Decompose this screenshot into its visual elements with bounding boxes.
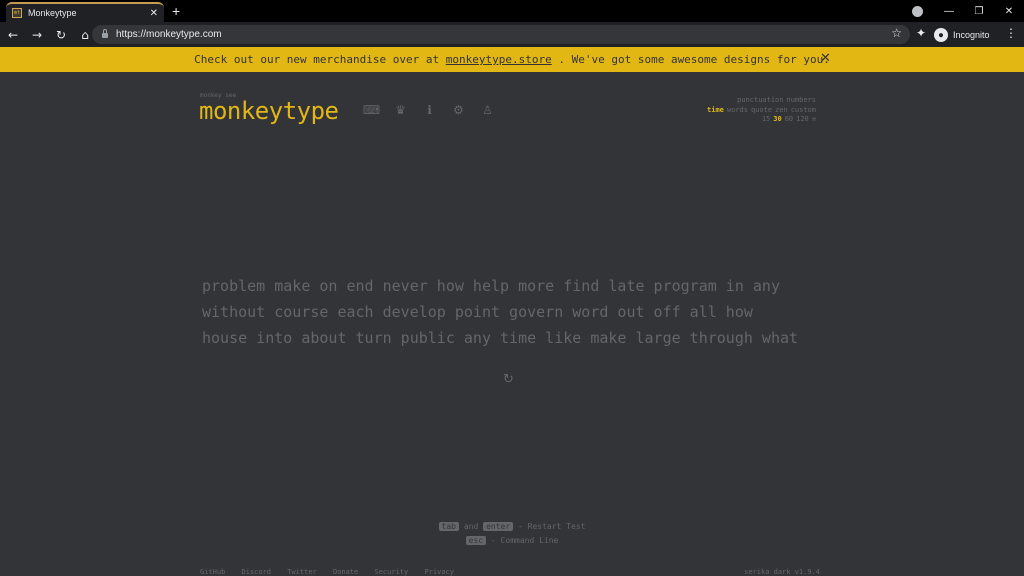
banner-text-before: Check out our new merchandise over at [194, 53, 446, 66]
hint-restart-label: - Restart Test [518, 522, 586, 531]
footer-links: GitHub Discord Twitter Donate Security P… [200, 568, 466, 576]
mode-quote[interactable]: quote [751, 106, 772, 114]
incognito-icon: ● [934, 27, 948, 42]
config-row-modes: time words quote zen custom [704, 106, 816, 116]
version[interactable]: v1.9.4 [795, 568, 820, 576]
footer-link-donate[interactable]: Donate [333, 568, 358, 576]
mode-time[interactable]: time [707, 106, 724, 114]
theme-name[interactable]: serika dark [744, 568, 790, 576]
tab-title: Monkeytype [28, 8, 77, 18]
footer: GitHub Discord Twitter Donate Security P… [200, 568, 820, 576]
hint-and: and [463, 522, 479, 531]
footer-right: serika dark v1.9.4 [744, 568, 820, 576]
lock-icon [102, 29, 108, 38]
key-esc: esc [465, 536, 487, 545]
time-60[interactable]: 60 [785, 115, 793, 123]
minimize-icon[interactable]: — [934, 6, 964, 17]
footer-link-discord[interactable]: Discord [242, 568, 272, 576]
browser-tabstrip: mt Monkeytype ✕ + — ❐ ✕ [0, 0, 1024, 22]
footer-link-twitter[interactable]: Twitter [287, 568, 317, 576]
profile-icon[interactable] [912, 6, 923, 17]
incognito-indicator[interactable]: ● Incognito [934, 26, 990, 43]
hint-command-label: - Command Line [490, 536, 559, 545]
punctuation-toggle[interactable]: punctuation [737, 96, 783, 104]
footer-link-github[interactable]: GitHub [200, 568, 225, 576]
footer-link-privacy[interactable]: Privacy [424, 568, 454, 576]
time-30[interactable]: 30 [773, 115, 781, 123]
keyboard-icon[interactable]: ⌨ [357, 103, 386, 117]
incognito-label: Incognito [953, 29, 990, 40]
restart-test-icon[interactable]: ↻ [503, 372, 514, 387]
extensions-icon[interactable]: ✦ [916, 26, 926, 40]
address-bar[interactable]: https://monkeytype.com ☆ [92, 25, 910, 44]
merch-banner: Check out our new merchandise over at mo… [0, 47, 1024, 72]
hint-restart: tab and enter - Restart Test [0, 520, 1024, 534]
banner-text: Check out our new merchandise over at mo… [194, 53, 830, 66]
words-line: house into about turn public any time li… [202, 329, 799, 347]
tab-close-icon[interactable]: ✕ [150, 8, 158, 19]
config-row-toggles: punctuation numbers [704, 96, 816, 106]
time-15[interactable]: 15 [762, 115, 770, 123]
banner-text-after: . We've got some awesome designs for you… [551, 53, 830, 66]
back-icon[interactable]: ← [2, 28, 24, 42]
gear-icon[interactable]: ⚙ [444, 103, 473, 117]
keyboard-hints: tab and enter - Restart Test esc - Comma… [0, 520, 1024, 548]
custom-time-wrench-icon[interactable]: ⚒ [812, 115, 816, 123]
favicon-icon: mt [12, 8, 22, 18]
time-120[interactable]: 120 [796, 115, 809, 123]
top-nav: ⌨ ♛ ℹ ⚙ ♙ [357, 103, 502, 117]
bookmark-star-icon[interactable]: ☆ [891, 26, 902, 40]
reload-icon[interactable]: ↻ [50, 28, 72, 42]
new-tab-button[interactable]: + [172, 3, 180, 19]
restore-icon[interactable]: ❐ [964, 6, 994, 17]
url-text: https://monkeytype.com [116, 29, 222, 40]
test-config: punctuation numbers time words quote zen cust… [704, 96, 816, 125]
hint-command: esc - Command Line [0, 534, 1024, 548]
user-icon[interactable]: ♙ [473, 103, 502, 117]
mode-words[interactable]: words [727, 106, 748, 114]
forward-icon[interactable]: → [26, 28, 48, 42]
words-line: problem make on end never how help more … [202, 277, 780, 295]
mode-custom[interactable]: custom [791, 106, 816, 114]
browser-tab[interactable]: mt Monkeytype ✕ [6, 2, 164, 22]
numbers-toggle[interactable]: numbers [786, 96, 816, 104]
logo[interactable]: monkeytype [199, 97, 339, 125]
window-controls: — ❐ ✕ [934, 0, 1024, 22]
crown-icon[interactable]: ♛ [386, 103, 415, 117]
words-line: without course each develop point govern… [202, 303, 753, 321]
info-icon[interactable]: ℹ [415, 103, 444, 117]
footer-link-security[interactable]: Security [375, 568, 409, 576]
browser-menu-icon[interactable]: ⋮ [1005, 26, 1017, 40]
config-row-times: 15 30 60 120 ⚒ [704, 115, 816, 125]
key-tab: tab [438, 522, 459, 531]
banner-close-icon[interactable]: ✕ [820, 51, 831, 66]
banner-store-link[interactable]: monkeytype.store [446, 53, 552, 66]
key-enter: enter [483, 522, 514, 531]
close-window-icon[interactable]: ✕ [994, 6, 1024, 17]
words-area[interactable]: problem make on end never how help more … [202, 273, 842, 351]
mode-zen[interactable]: zen [775, 106, 788, 114]
browser-toolbar: ← → ↻ ⌂ https://monkeytype.com ☆ [0, 22, 1024, 47]
